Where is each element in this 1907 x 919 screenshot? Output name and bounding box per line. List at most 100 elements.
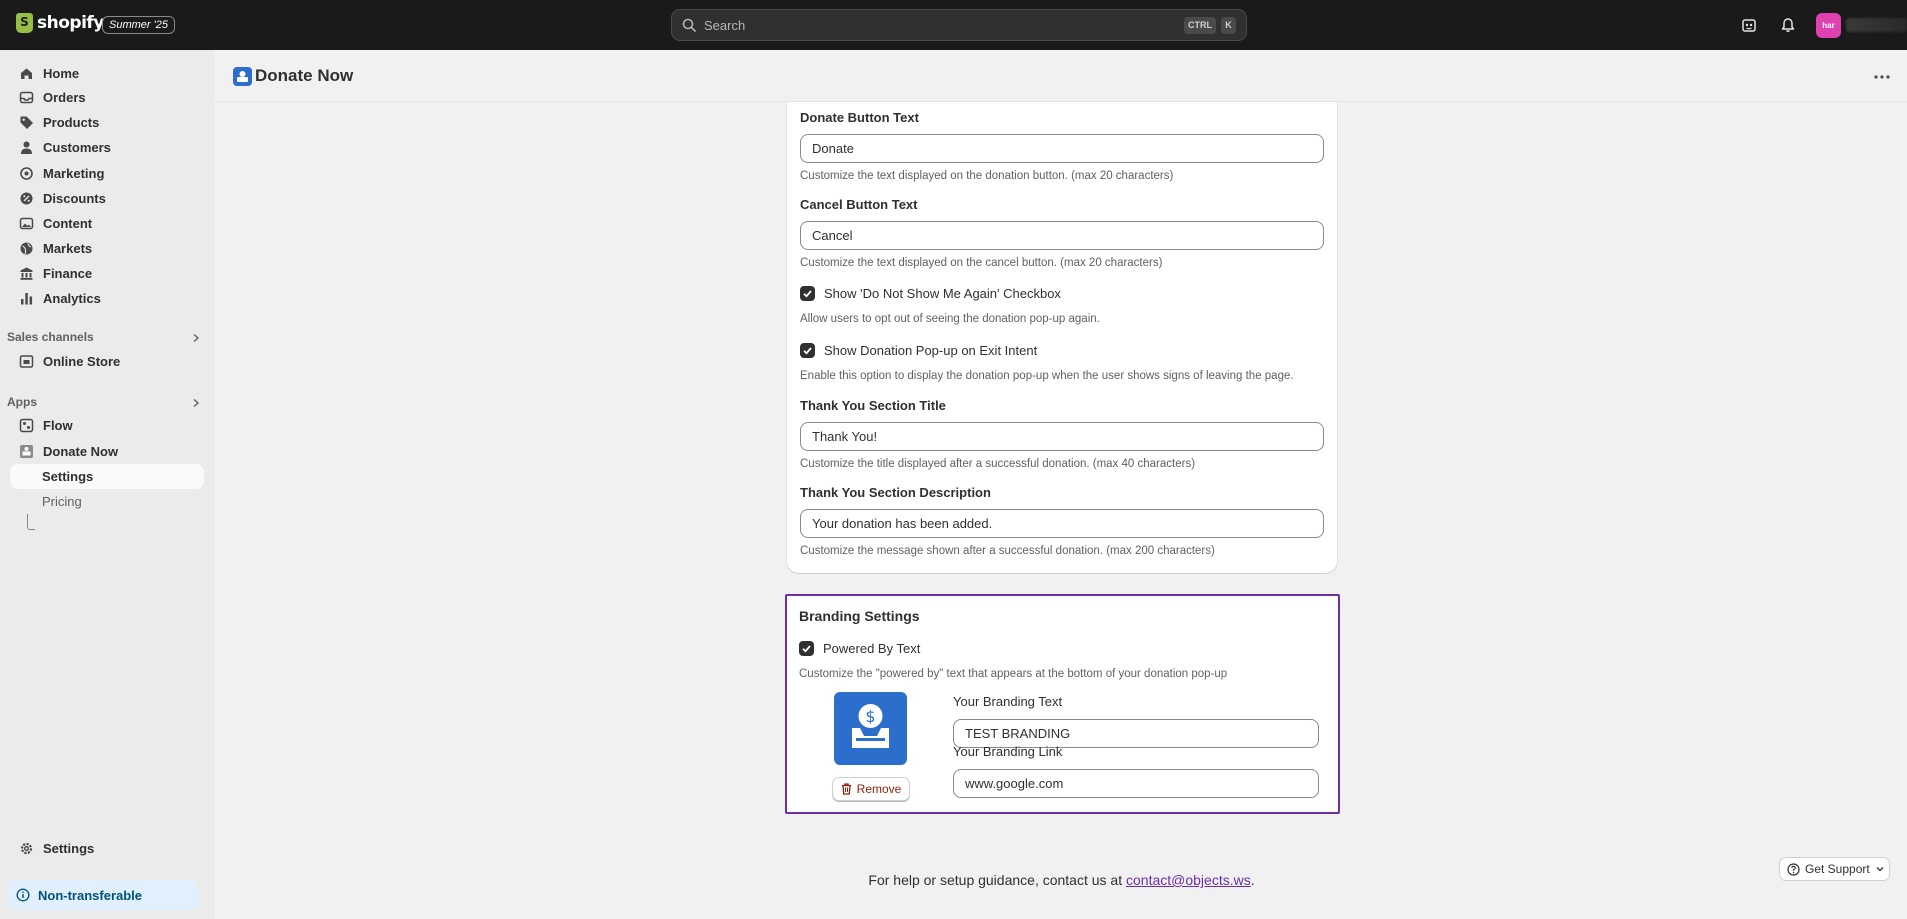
chevron-right-icon[interactable] <box>191 398 201 408</box>
exit-intent-row[interactable]: Show Donation Pop-up on Exit Intent <box>800 343 1037 358</box>
sales-channels-heading[interactable]: Sales channels <box>7 330 94 344</box>
cancel-button-text-input[interactable] <box>800 221 1324 250</box>
branding-settings-title: Branding Settings <box>799 608 920 624</box>
bar-chart-icon <box>18 291 34 307</box>
shortcut-ctrl: CTRL <box>1184 17 1216 34</box>
sidebar-item-label: Finance <box>43 266 93 281</box>
store-name-blurred[interactable] <box>1846 18 1907 32</box>
sidebar-item-label: Settings <box>43 841 95 856</box>
sidebar-item-label: Settings <box>42 469 94 484</box>
sidebar: Home Orders Products Customers Marketing Disc… <box>0 50 215 919</box>
sidebar-item-discounts[interactable]: Discounts <box>10 186 204 211</box>
apps-heading[interactable]: Apps <box>7 395 37 409</box>
image-icon <box>18 216 34 232</box>
donate-button-text-help: Customize the text displayed on the dona… <box>800 170 1174 182</box>
remove-logo-button[interactable]: Remove <box>832 777 910 801</box>
flow-icon <box>18 418 34 434</box>
sidebar-item-customers[interactable]: Customers <box>10 135 204 160</box>
sidebar-item-markets[interactable]: Markets <box>10 236 204 261</box>
branding-link-input[interactable] <box>953 769 1319 798</box>
search-input[interactable] <box>704 17 1144 33</box>
powered-by-row[interactable]: Powered By Text <box>799 641 920 656</box>
branding-logo-image: $ <box>834 692 907 765</box>
sidebar-item-marketing[interactable]: Marketing <box>10 161 204 186</box>
donate-button-text-input[interactable] <box>800 134 1324 163</box>
help-suffix: . <box>1250 872 1255 888</box>
sidebar-item-label: Home <box>43 66 80 81</box>
page-header: Donate Now <box>215 50 1907 102</box>
donate-app-icon <box>18 444 34 460</box>
more-horizontal-icon[interactable] <box>1873 72 1891 82</box>
sidebar-item-label: Online Store <box>43 354 121 369</box>
sidebar-item-donate-now[interactable]: Donate Now <box>10 439 204 464</box>
sidebar-item-label: Products <box>43 115 100 130</box>
bell-icon[interactable] <box>1778 15 1798 35</box>
person-icon <box>18 140 34 156</box>
support-email-link[interactable]: contact@objects.ws <box>1126 872 1251 888</box>
search-icon <box>682 18 696 32</box>
sidebar-item-label: Markets <box>43 241 93 256</box>
sidebar-item-label: Analytics <box>43 291 101 306</box>
sidebar-item-label: Customers <box>43 140 111 155</box>
shortcut-k: K <box>1221 17 1236 34</box>
chevron-down-icon <box>1876 867 1884 872</box>
storefront-icon <box>18 354 34 370</box>
sidebar-item-orders[interactable]: Orders <box>10 85 204 110</box>
gear-icon <box>18 841 34 857</box>
avatar[interactable]: har <box>1816 13 1841 38</box>
dont-show-again-row[interactable]: Show 'Do Not Show Me Again' Checkbox <box>800 286 1061 301</box>
powered-by-help: Customize the "powered by" text that app… <box>799 668 1228 680</box>
cancel-button-text-label: Cancel Button Text <box>800 197 918 212</box>
popup-settings-card: Donate Button Text Customize the text di… <box>787 102 1337 573</box>
logo-text: shopify <box>37 13 104 33</box>
chevron-right-icon[interactable] <box>191 333 201 343</box>
sidebar-item-flow[interactable]: Flow <box>10 413 204 438</box>
checkmark-icon <box>803 290 812 298</box>
thank-you-desc-input[interactable] <box>800 509 1324 538</box>
sidebar-item-home[interactable]: Home <box>10 61 204 86</box>
sidebar-item-settings[interactable]: Settings <box>10 836 204 861</box>
globe-icon <box>18 241 34 257</box>
get-support-button[interactable]: Get Support <box>1779 857 1890 881</box>
donation-box-icon: $ <box>852 704 889 748</box>
thank-you-desc-label: Thank You Section Description <box>800 485 991 500</box>
sidebar-item-online-store[interactable]: Online Store <box>10 349 204 374</box>
sidebar-item-content[interactable]: Content <box>10 211 204 236</box>
exit-intent-checkbox[interactable] <box>800 343 815 358</box>
trash-icon <box>841 783 851 795</box>
sidebar-item-finance[interactable]: Finance <box>10 261 204 286</box>
thank-you-desc-help: Customize the message shown after a succ… <box>800 545 1215 557</box>
shopify-bag-icon <box>16 13 33 33</box>
donate-button-text-label: Donate Button Text <box>800 110 919 125</box>
dont-show-again-checkbox[interactable] <box>800 286 815 301</box>
inbox-icon <box>18 90 34 106</box>
sidebar-item-analytics[interactable]: Analytics <box>10 286 204 311</box>
info-icon <box>16 888 30 902</box>
donate-app-icon <box>233 67 252 86</box>
sidebar-item-label: Pricing <box>42 494 82 509</box>
store-icon[interactable] <box>1739 15 1759 35</box>
shopify-logo[interactable]: shopify <box>16 13 104 33</box>
powered-by-label: Powered By Text <box>823 641 921 656</box>
sidebar-item-label: Content <box>43 216 93 231</box>
sidebar-item-products[interactable]: Products <box>10 110 204 135</box>
edition-badge[interactable]: Summer '25 <box>102 16 175 34</box>
checkmark-icon <box>803 347 812 355</box>
help-footer: For help or setup guidance, contact us a… <box>0 872 1907 888</box>
exit-intent-help: Enable this option to display the donati… <box>800 370 1294 382</box>
dont-show-again-help: Allow users to opt out of seeing the don… <box>800 313 1100 325</box>
sidebar-subitem-pricing[interactable]: Pricing <box>10 489 204 514</box>
non-transferable-label: Non-transferable <box>38 887 143 903</box>
sidebar-item-label: Orders <box>43 90 86 105</box>
discount-icon <box>18 191 34 207</box>
powered-by-checkbox[interactable] <box>799 641 814 656</box>
branding-settings-card: Branding Settings Powered By Text Custom… <box>785 594 1340 814</box>
svg-text:$: $ <box>865 707 875 726</box>
checkmark-icon <box>802 645 811 653</box>
bank-icon <box>18 266 34 282</box>
get-support-label: Get Support <box>1805 862 1870 876</box>
sidebar-subitem-settings[interactable]: Settings <box>10 464 204 489</box>
target-icon <box>18 166 34 182</box>
thank-you-title-input[interactable] <box>800 422 1324 451</box>
search-bar[interactable]: CTRL K <box>671 9 1247 41</box>
